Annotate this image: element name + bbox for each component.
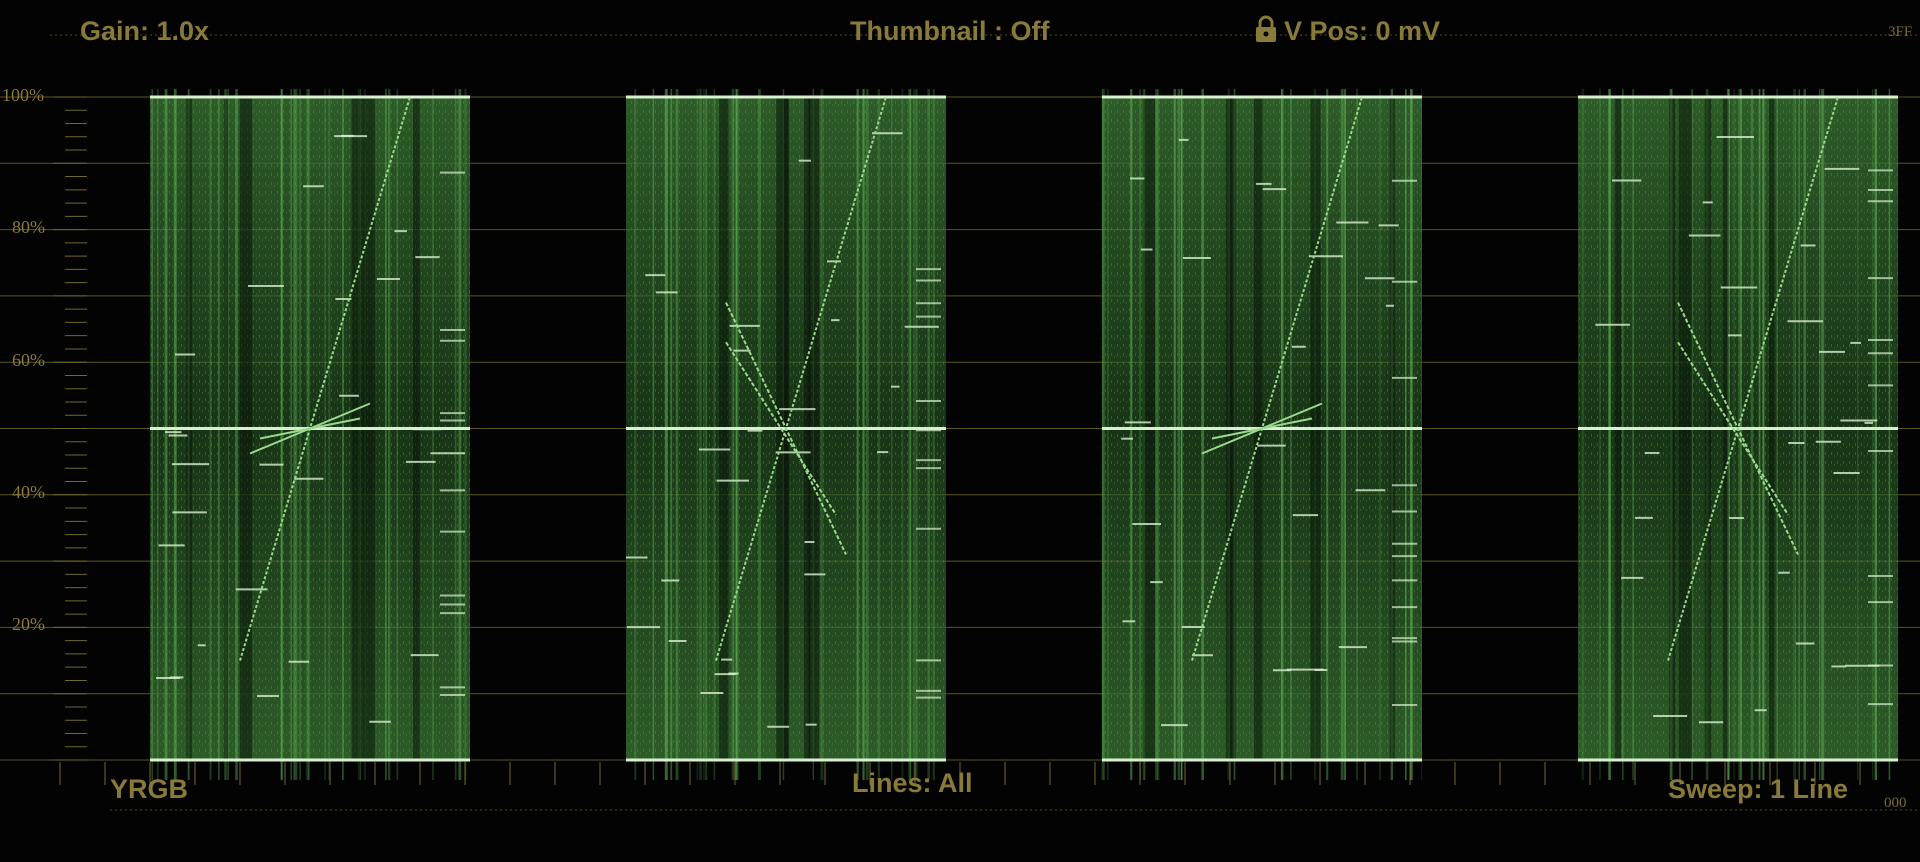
scale-label-80: 80% [12,217,45,237]
parade-channel-B [1578,89,1898,780]
parade-channel-Y [150,89,470,780]
scale-label-100: 100% [2,85,44,105]
waveform-display [0,34,1920,811]
lock-icon [1254,15,1278,43]
code-top-label: 3FF [1888,24,1913,40]
vpos-readout: V Pos: 0 mV [1284,16,1441,46]
gain-readout: Gain: 1.0x [80,16,210,46]
scale-label-20: 20% [12,614,45,634]
scale-label-60: 60% [12,350,45,370]
mode-label: YRGB [110,774,189,804]
parade-channel-R [626,89,946,780]
parade-channel-G [1101,89,1423,780]
code-bottom-label: 000 [1884,795,1907,811]
lines-label: Lines: All [852,768,973,798]
scale-label-40: 40% [12,482,45,502]
thumbnail-status: Thumbnail : Off [850,16,1050,46]
waveform-traces [150,89,1898,780]
sweep-label: Sweep: 1 Line [1668,774,1849,804]
